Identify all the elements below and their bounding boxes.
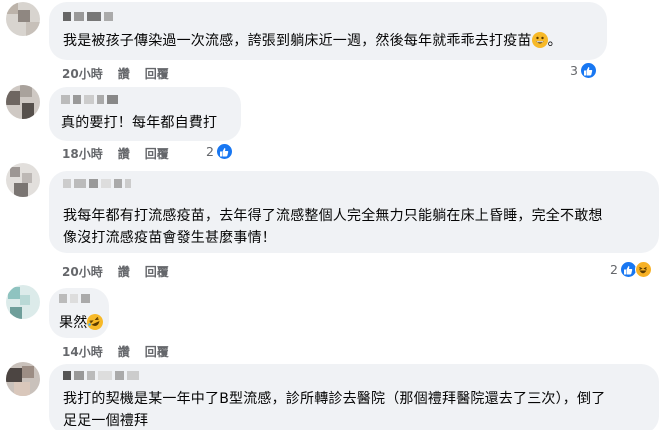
blurred-author-name[interactable]	[63, 179, 131, 188]
like-action[interactable]: 讚	[118, 145, 130, 162]
comment-bubble: 我是被孩子傳染過一次流感，誇張到躺床近一週，然後每年就乖乖去打疫苗 。	[49, 2, 607, 60]
reply-action[interactable]: 回覆	[145, 343, 169, 360]
like-action[interactable]: 讚	[118, 65, 130, 82]
comment-text: 我打的契機是某一年中了B型流感，診所轉診去醫院（那個禮拜醫院還去了三次），倒了 …	[63, 391, 606, 429]
avatar[interactable]	[6, 163, 40, 197]
comment-bubble: 果然	[49, 288, 109, 338]
comment-bubble: 真的要打！每年都自費打	[49, 87, 241, 141]
comment-meta: 14小時 讚 回覆	[62, 343, 169, 360]
avatar[interactable]	[6, 2, 40, 36]
like-action[interactable]: 讚	[118, 263, 130, 280]
grinning-sweat-emoji	[531, 32, 548, 48]
comment-text: 真的要打！每年都自費打	[61, 115, 218, 131]
comment-meta: 18小時 讚 回覆	[62, 145, 169, 162]
comment-text: 果然	[59, 311, 107, 334]
reply-action[interactable]: 回覆	[145, 145, 169, 162]
reaction-summary[interactable]: 2	[206, 143, 233, 160]
reaction-count: 2	[610, 262, 618, 277]
comment-bubble: 我每年都有打流感疫苗，去年得了流感整個人完全無力只能躺在床上昏睡，完全不敢想 像…	[49, 171, 659, 253]
like-action[interactable]: 讚	[118, 343, 130, 360]
comment-text: 我每年都有打流感疫苗，去年得了流感整個人完全無力只能躺在床上昏睡，完全不敢想 像…	[63, 208, 603, 246]
comment-meta: 20小時 讚 回覆	[62, 65, 169, 82]
blurred-author-name[interactable]	[61, 95, 118, 104]
like-icon	[579, 62, 597, 79]
reaction-count: 2	[206, 144, 214, 159]
blurred-author-name[interactable]	[63, 371, 139, 380]
comment-bubble: 我打的契機是某一年中了B型流感，診所轉診去醫院（那個禮拜醫院還去了三次），倒了 …	[49, 364, 659, 430]
reply-action[interactable]: 回覆	[145, 263, 169, 280]
comment-time[interactable]: 20小時	[62, 65, 103, 82]
comment-meta: 20小時 讚 回覆	[62, 263, 169, 280]
comment-text: 我是被孩子傳染過一次流感，誇張到躺床近一週，然後每年就乖乖去打疫苗 。	[63, 32, 562, 49]
reaction-summary[interactable]: 3	[570, 62, 597, 79]
reaction-count: 3	[570, 63, 578, 78]
avatar[interactable]	[6, 85, 40, 119]
blurred-author-name[interactable]	[63, 12, 113, 21]
reaction-summary[interactable]: 2	[610, 261, 652, 278]
comment-time[interactable]: 14小時	[62, 343, 103, 360]
like-icon	[215, 143, 233, 160]
haha-icon	[634, 261, 652, 278]
comment-time[interactable]: 20小時	[62, 263, 103, 280]
comment-time[interactable]: 18小時	[62, 145, 103, 162]
rofl-emoji	[84, 311, 107, 333]
blurred-author-name[interactable]	[59, 294, 90, 303]
reply-action[interactable]: 回覆	[145, 65, 169, 82]
avatar[interactable]	[6, 285, 40, 319]
avatar[interactable]	[6, 362, 40, 396]
